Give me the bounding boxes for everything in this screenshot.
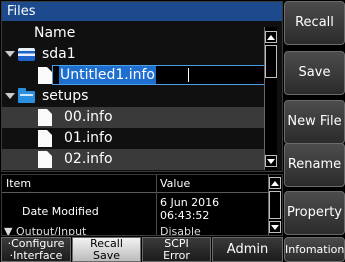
expand-triangle-icon[interactable] (5, 93, 15, 99)
details-row-output-input[interactable]: ▼ Output/Input Disable (2, 225, 268, 235)
details-panel: Item Value Date Modified 6 Jun 2016 06:4… (1, 174, 283, 236)
rename-input-selected-text: Untitled1.info (59, 66, 156, 84)
files-panel: Files Name sda1 Untitled1.info setups 00… (1, 1, 283, 172)
rename-input[interactable]: Untitled1.info (52, 65, 266, 85)
tree-item-00-info[interactable]: 00.info (2, 107, 264, 128)
detail-value-output-input: Disable (160, 225, 201, 235)
tree-item-label: setups (42, 88, 89, 104)
folder-icon (18, 88, 35, 103)
usb-drive-icon (18, 48, 35, 61)
new-file-button[interactable]: New File (284, 100, 345, 144)
detail-value-time: 06:43:52 (160, 209, 210, 222)
tree-item-01-info[interactable]: 01.info (2, 128, 264, 149)
tab-label-line2: Error (163, 249, 190, 262)
column-name-label: Name (34, 25, 76, 41)
detail-item-date-modified: Date Modified (22, 205, 99, 218)
expand-triangle-icon[interactable] (5, 51, 15, 57)
tab-configure-interface[interactable]: ·Configure ·Interface (1, 237, 71, 262)
rename-button[interactable]: Rename (284, 143, 345, 187)
tree-item-label: 00.info (64, 109, 113, 125)
file-icon (38, 67, 52, 84)
information-button[interactable]: Infomation (284, 237, 345, 262)
scroll-up-arrow-icon[interactable] (265, 31, 277, 43)
scroll-down-arrow-icon[interactable] (269, 221, 281, 233)
tab-recall-save[interactable]: Recall Save (72, 237, 141, 262)
file-icon (38, 151, 52, 168)
files-column-header[interactable]: Name (2, 23, 264, 44)
property-button[interactable]: Property (284, 191, 345, 235)
tab-scpi-error[interactable]: SCPI Error (142, 237, 211, 262)
tree-item-sda1[interactable]: sda1 (2, 44, 264, 65)
details-scrollbar[interactable] (268, 175, 281, 235)
scroll-down-arrow-icon[interactable] (265, 155, 277, 167)
tree-item-label: 02.info (64, 151, 113, 167)
tab-label-line2: Save (92, 249, 120, 262)
tab-label-line2: ·Interface (9, 249, 63, 262)
scrollbar-thumb[interactable] (269, 191, 281, 219)
text-cursor (188, 68, 189, 82)
detail-value-date: 6 Jun 2016 (160, 196, 220, 209)
details-divider (2, 192, 268, 193)
tree-item-label: sda1 (42, 46, 76, 62)
details-column-value: Value (160, 177, 191, 190)
tree-item-02-info[interactable]: 02.info (2, 149, 264, 170)
tree-item-label: 01.info (64, 130, 113, 146)
scrollbar-thumb[interactable] (265, 45, 277, 78)
details-column-item: Item (6, 177, 32, 190)
files-panel-title: Files (2, 2, 282, 21)
file-icon (38, 130, 52, 147)
detail-item-output-input: ▼ Output/Input (4, 225, 87, 235)
file-icon (38, 109, 52, 126)
files-scrollbar[interactable] (264, 27, 277, 170)
recall-button[interactable]: Recall (284, 1, 345, 45)
scroll-up-arrow-icon[interactable] (269, 177, 281, 189)
save-button[interactable]: Save (284, 51, 345, 95)
tree-item-setups[interactable]: setups (2, 86, 264, 107)
tree-item-untitled1[interactable]: Untitled1.info (2, 65, 266, 86)
tab-admin[interactable]: Admin (212, 237, 283, 262)
